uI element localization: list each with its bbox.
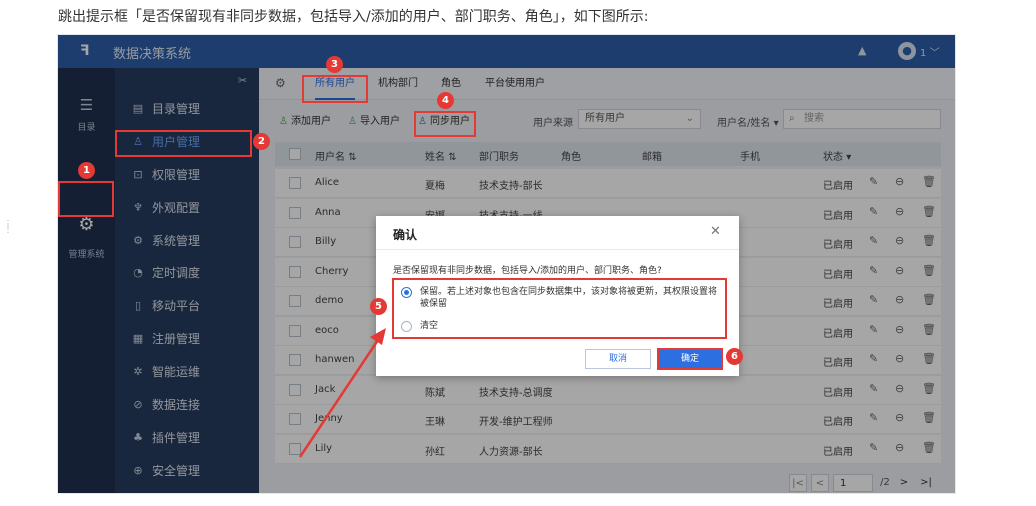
step-badge-4: 4 <box>437 92 454 109</box>
drag-grip-icon[interactable]: ⋮ ⋮ <box>3 220 13 235</box>
step-badge-2: 2 <box>253 133 270 150</box>
step-badge-1: 1 <box>78 162 95 179</box>
step-badge-3: 3 <box>326 56 343 73</box>
page-root: 跳出提示框「是否保留现有非同步数据，包括导入/添加的用户、部门职务、角色」，如下… <box>0 0 1036 506</box>
arrow-head <box>370 328 386 345</box>
step-badge-5: 5 <box>370 298 387 315</box>
app-screenshot: ꟻ 数据决策系统 ▲ ● 1 ﹀ ☰ 目录 ⚙ 管理系统 ✂ ▤ 目录管理 ♙ 用户… <box>57 34 956 494</box>
annotation-arrow <box>298 328 386 458</box>
step-badge-6: 6 <box>726 348 743 365</box>
arrow-shaft <box>298 339 380 458</box>
doc-caption: 跳出提示框「是否保留现有非同步数据，包括导入/添加的用户、部门职务、角色」，如下… <box>58 9 649 25</box>
